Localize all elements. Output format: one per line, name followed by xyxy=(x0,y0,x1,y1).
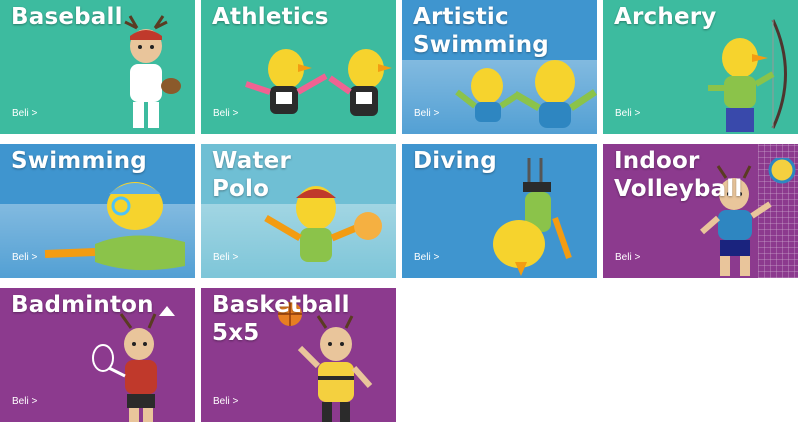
tile-title: Baseball xyxy=(11,4,123,30)
deer-mascot-icon xyxy=(92,306,175,422)
sport-tile-water-polo[interactable]: Water Polo Beli > xyxy=(201,144,396,278)
sport-tile-indoor-volleyball[interactable]: Indoor Volleyball Beli > xyxy=(603,144,798,278)
sport-tile-athletics[interactable]: Athletics Beli > xyxy=(201,0,396,134)
sport-tile-basketball[interactable]: Basketball 5x5 Beli > xyxy=(201,288,396,422)
buy-link[interactable]: Beli > xyxy=(414,108,439,119)
sport-tile-baseball[interactable]: Baseball Beli > xyxy=(0,0,195,134)
tile-title: Swimming xyxy=(11,148,147,174)
bird-mascot-icon xyxy=(708,19,787,132)
sport-tile-badminton[interactable]: Badminton Beli > xyxy=(0,288,195,422)
bird-mascot-icon xyxy=(44,182,185,271)
buy-link[interactable]: Beli > xyxy=(414,252,439,263)
tile-title: Water Polo xyxy=(212,148,292,202)
buy-link[interactable]: Beli > xyxy=(12,396,37,407)
buy-link[interactable]: Beli > xyxy=(213,252,238,263)
tile-title: Archery xyxy=(614,4,717,30)
sport-tile-diving[interactable]: Diving Beli > xyxy=(402,144,597,278)
buy-link[interactable]: Beli > xyxy=(213,108,238,119)
buy-link[interactable]: Beli > xyxy=(12,252,37,263)
buy-link[interactable]: Beli > xyxy=(213,396,238,407)
buy-link[interactable]: Beli > xyxy=(12,108,37,119)
deer-mascot-icon xyxy=(124,15,181,128)
tile-title: Indoor Volleyball xyxy=(614,148,743,202)
bird-mascot-icon xyxy=(493,158,572,276)
buy-link[interactable]: Beli > xyxy=(615,108,640,119)
bird-mascot-icon xyxy=(245,49,392,116)
tile-title: Badminton xyxy=(11,292,154,318)
tile-title: Athletics xyxy=(212,4,329,30)
tile-title: Diving xyxy=(413,148,497,174)
sport-tile-artistic-swimming[interactable]: Artistic Swimming Beli > xyxy=(402,0,597,134)
sport-tile-swimming[interactable]: Swimming Beli > xyxy=(0,144,195,278)
sports-grid: Baseball Beli > Athletics Beli > Artisti… xyxy=(0,0,800,422)
tile-title: Artistic Swimming xyxy=(413,4,549,58)
sport-tile-archery[interactable]: Archery Beli > xyxy=(603,0,798,134)
buy-link[interactable]: Beli > xyxy=(615,252,640,263)
tile-title: Basketball 5x5 xyxy=(212,292,350,346)
